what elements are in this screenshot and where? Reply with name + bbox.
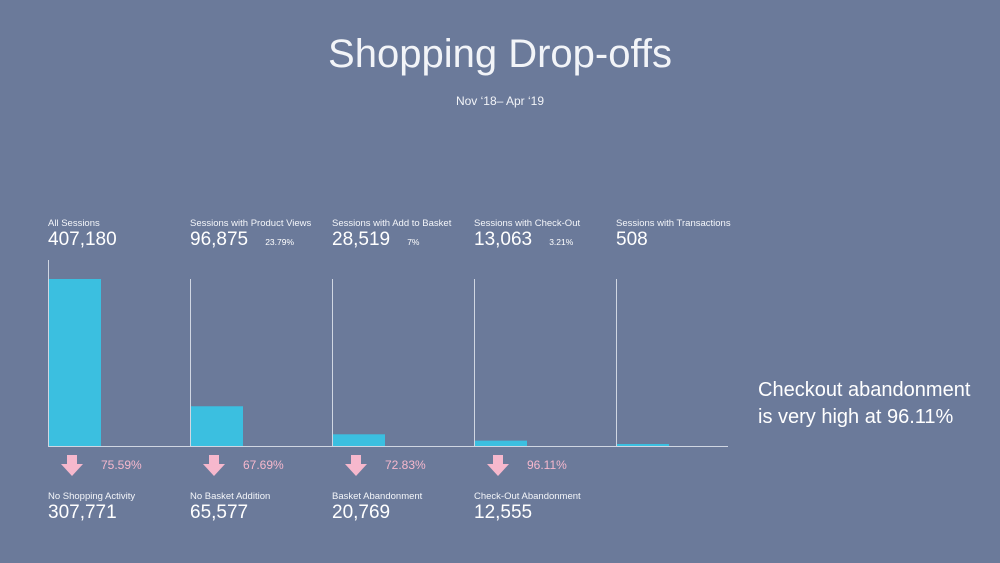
drop-off-value: 12,555 (474, 502, 532, 523)
stage-share-label: 3.21% (549, 237, 574, 247)
stage-share-label: 7% (407, 237, 420, 247)
down-arrow-icon (61, 455, 83, 476)
down-arrow-icon (203, 455, 225, 476)
bar-1 (49, 279, 101, 446)
bar-2 (191, 406, 243, 446)
drop-off-value: 65,577 (190, 502, 248, 523)
stage-label: All Sessions (48, 218, 100, 229)
bar-3 (333, 434, 385, 446)
drop-off-percent: 75.59% (101, 458, 142, 472)
stage-value: 508 (616, 229, 648, 250)
stage-label: Sessions with Transactions (616, 218, 731, 229)
stage-label: Sessions with Product Views (190, 218, 312, 229)
drop-off-percent: 72.83% (385, 458, 426, 472)
stage-value: 96,875 (190, 229, 248, 250)
drop-off-label: No Shopping Activity (48, 491, 135, 502)
stage-value: 28,519 (332, 229, 390, 250)
funnel-chart: All Sessions407,180 Sessions with Product… (48, 218, 731, 523)
drop-off-label: Basket Abandonment (332, 491, 423, 502)
drop-off-value: 20,769 (332, 502, 390, 523)
stage-value: 407,180 (48, 229, 117, 250)
drop-off-label: No Basket Addition (190, 491, 270, 502)
drop-off-label: Check-Out Abandonment (474, 491, 581, 502)
stage-value: 13,063 (474, 229, 532, 250)
drop-off-value: 307,771 (48, 502, 117, 523)
stage-label: Sessions with Add to Basket (332, 218, 452, 229)
drop-off-percent: 96.11% (527, 458, 567, 472)
down-arrow-icon (487, 455, 509, 476)
bar-4 (475, 440, 527, 446)
bar-5 (617, 444, 669, 446)
insight-callout: Checkout abandonment is very high at 96.… (758, 379, 971, 428)
drop-off-percent: 67.69% (243, 458, 284, 472)
down-arrow-icon (345, 455, 367, 476)
stage-label: Sessions with Check-Out (474, 218, 580, 229)
stage-share-label: 23.79% (265, 237, 294, 247)
